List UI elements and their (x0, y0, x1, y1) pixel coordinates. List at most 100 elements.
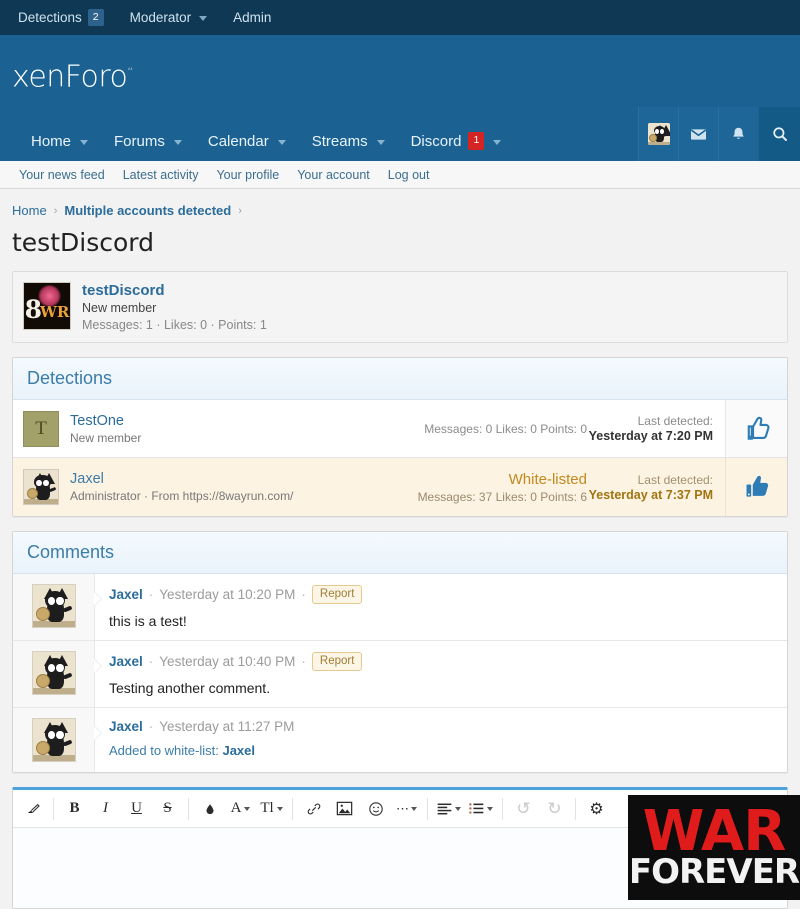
member-stats: Messages: 1 · Likes: 0 · Points: 1 (82, 318, 267, 332)
bold-button[interactable]: B (59, 794, 90, 824)
comment-avatar[interactable] (31, 651, 76, 695)
chevron-down-icon (411, 806, 417, 811)
adminbar-item-moderator[interactable]: Moderator (130, 10, 208, 25)
search-icon (772, 127, 787, 141)
image-button[interactable] (329, 794, 360, 824)
undo-button[interactable]: ↺ (508, 794, 539, 824)
breadcrumb-current[interactable]: Multiple accounts detected (64, 203, 231, 218)
member-name-link[interactable]: testDiscord (82, 282, 267, 299)
comment-timestamp: Yesterday at 10:20 PM (159, 587, 296, 602)
comment-body: Jaxel · Yesterday at 11:27 PM Added to w… (95, 708, 787, 772)
remove-formatting-button[interactable] (17, 794, 48, 824)
smilie-button[interactable] (360, 794, 391, 824)
link-icon (307, 803, 320, 814)
comment-author-link[interactable]: Jaxel (109, 654, 143, 669)
whitelist-username: Jaxel (222, 743, 256, 758)
report-button[interactable]: Report (311, 652, 363, 671)
detection-stats-cell: White-listed Messages: 37 Likes: 0 Point… (408, 458, 597, 516)
detections-block: Detections T TestOne New member Messages… (12, 357, 788, 517)
comment-avatar[interactable] (31, 718, 76, 762)
detection-whitelist-button[interactable] (725, 400, 787, 457)
comment-body: Jaxel · Yesterday at 10:40 PM · Report T… (95, 641, 787, 707)
detection-user-link[interactable]: Jaxel (70, 471, 104, 487)
nav-right-tools (638, 107, 800, 161)
adminbar-admin-label: Admin (233, 10, 272, 25)
more-options-button[interactable]: ⋯ (391, 794, 422, 824)
comment-item: Jaxel · Yesterday at 10:20 PM · Report t… (13, 574, 787, 641)
detection-stats-cell: Messages: 0 Likes: 0 Points: 0 (414, 400, 597, 457)
comment-avatar[interactable] (31, 584, 76, 628)
subnav-item-news-feed[interactable]: Your news feed (10, 168, 114, 182)
nav-item-home[interactable]: Home (18, 121, 101, 161)
comment-body: Jaxel · Yesterday at 10:20 PM · Report t… (95, 574, 787, 640)
comment-text: this is a test! (109, 613, 187, 629)
user-avatar-button[interactable] (638, 107, 678, 161)
nav-item-forums[interactable]: Forums (101, 121, 195, 161)
nav-item-streams[interactable]: Streams (299, 121, 398, 161)
inbox-icon (690, 128, 707, 140)
war-forever-watermark: WAR FOREVER (628, 795, 800, 900)
detection-user-link[interactable]: TestOne (70, 413, 124, 429)
report-button[interactable]: Report (311, 585, 363, 604)
thumbs-up-filled-icon (746, 475, 768, 497)
subnav-item-your-profile[interactable]: Your profile (207, 168, 288, 182)
link-button[interactable] (298, 794, 329, 824)
font-size-button[interactable]: Tl (256, 794, 287, 824)
text-color-button[interactable] (194, 794, 225, 824)
comment-avatar-cell (13, 641, 95, 707)
comment-meta: Jaxel · Yesterday at 11:27 PM (109, 719, 773, 734)
detection-row[interactable]: Jaxel Administrator · From https://8wayr… (13, 458, 787, 516)
chevron-down-icon (244, 806, 251, 811)
breadcrumb: Home › Multiple accounts detected › (0, 189, 800, 218)
image-icon (336, 801, 353, 816)
align-left-icon (437, 803, 452, 814)
subnav-item-latest-activity[interactable]: Latest activity (114, 168, 208, 182)
nav-item-discord[interactable]: Discord 1 (398, 121, 515, 161)
detection-whitelist-button[interactable] (725, 458, 787, 516)
detection-user-subtitle: New member (70, 430, 142, 445)
detection-stats: Messages: 0 Likes: 0 Points: 0 (424, 421, 587, 436)
chevron-down-icon (376, 139, 385, 145)
italic-button[interactable]: I (90, 794, 121, 824)
breadcrumb-home[interactable]: Home (12, 203, 47, 218)
alerts-button[interactable] (718, 107, 758, 161)
site-logo[interactable]: xenForo“ (12, 60, 133, 95)
comment-author-link[interactable]: Jaxel (109, 587, 143, 602)
chevron-down-icon (493, 139, 502, 145)
chevron-down-icon (80, 139, 89, 145)
subnav-item-log-out[interactable]: Log out (379, 168, 439, 182)
toolbar-divider (53, 797, 54, 820)
redo-button[interactable]: ↻ (539, 794, 570, 824)
chevron-down-icon (199, 16, 208, 21)
list-button[interactable] (465, 794, 497, 824)
font-family-button[interactable]: A (225, 794, 256, 824)
meta-separator: · (301, 587, 306, 602)
detection-avatar[interactable] (23, 469, 59, 505)
inbox-button[interactable] (678, 107, 718, 161)
meta-separator: · (148, 654, 154, 669)
underline-button[interactable]: U (121, 794, 152, 824)
comment-avatar-cell (13, 708, 95, 772)
meta-separator: · (148, 587, 154, 602)
trademark-icon: “ (127, 65, 133, 79)
settings-gear-button[interactable]: ⚙ (581, 794, 612, 824)
toolbar-divider (292, 797, 293, 820)
member-avatar[interactable]: 8 WR (23, 282, 71, 330)
discord-count-badge: 1 (468, 132, 485, 150)
search-button[interactable] (758, 107, 800, 161)
comments-heading: Comments (13, 532, 787, 574)
subnav-item-your-account[interactable]: Your account (288, 168, 379, 182)
detection-avatar[interactable]: T (23, 410, 59, 447)
align-button[interactable] (433, 794, 465, 824)
detection-row[interactable]: T TestOne New member Messages: 0 Likes: … (13, 400, 787, 458)
smilie-icon (368, 801, 383, 816)
adminbar-item-admin[interactable]: Admin (233, 10, 271, 25)
nav-home-label: Home (31, 132, 72, 150)
strikethrough-button[interactable]: S (152, 794, 183, 824)
comment-timestamp: Yesterday at 10:40 PM (159, 654, 296, 669)
comment-author-link[interactable]: Jaxel (109, 719, 143, 734)
detections-count-badge: 2 (87, 8, 104, 27)
nav-item-calendar[interactable]: Calendar (195, 121, 299, 161)
adminbar-item-detections[interactable]: Detections 2 (18, 8, 104, 27)
member-card: 8 WR testDiscord New member Messages: 1 ·… (12, 271, 788, 343)
